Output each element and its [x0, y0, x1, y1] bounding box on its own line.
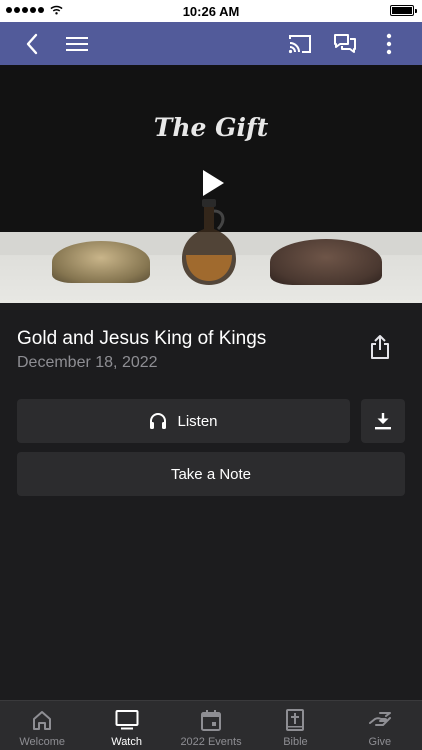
tab-watch[interactable]: Watch [84, 701, 168, 750]
download-button[interactable] [361, 399, 405, 443]
take-a-note-button[interactable]: Take a Note [17, 452, 405, 496]
status-bar: 10:26 AM [0, 0, 422, 22]
tab-welcome[interactable]: Welcome [0, 701, 84, 750]
back-icon [26, 33, 38, 54]
listen-button[interactable]: Listen [17, 399, 350, 443]
share-icon [371, 335, 389, 359]
listen-label: Listen [177, 412, 218, 430]
video-player[interactable]: The Gift [0, 65, 422, 303]
chat-icon [334, 33, 356, 53]
share-button[interactable] [366, 332, 394, 362]
calendar-icon [201, 710, 222, 731]
tab-welcome-label: Welcome [19, 736, 66, 748]
take-a-note-label: Take a Note [170, 465, 252, 483]
play-icon[interactable] [201, 169, 225, 197]
sermon-date: December 18, 2022 [17, 354, 158, 371]
sermon-title: Gold and Jesus King of Kings [17, 328, 267, 349]
myrrh-pile-image [270, 239, 382, 285]
battery-icon [390, 5, 417, 16]
more-vertical-icon [386, 33, 392, 54]
download-icon [375, 413, 391, 430]
cast-button[interactable] [282, 22, 318, 65]
home-icon [33, 711, 52, 730]
headphones-icon [150, 413, 167, 429]
back-button[interactable] [14, 22, 50, 65]
top-navigation-bar [0, 22, 422, 65]
give-icon [368, 712, 391, 726]
tab-2022-events[interactable]: 2022 Events [169, 701, 253, 750]
oil-jar-image [182, 199, 236, 285]
cast-icon [288, 34, 311, 53]
tab-watch-label: Watch [111, 736, 142, 748]
menu-button[interactable] [59, 22, 95, 65]
bible-icon [286, 709, 305, 731]
status-time: 10:26 AM [182, 4, 240, 19]
tv-icon [115, 710, 139, 730]
more-options-button[interactable] [371, 22, 407, 65]
video-title-card: The Gift [153, 113, 269, 142]
gold-pile-image [52, 241, 150, 283]
bottom-tab-bar: Welcome Watch 2022 Events Bible Give [0, 700, 422, 750]
menu-icon [66, 36, 88, 51]
tab-bible-label: Bible [283, 736, 308, 748]
chat-button[interactable] [327, 22, 363, 65]
tab-give-label: Give [368, 736, 392, 748]
tab-give[interactable]: Give [338, 701, 422, 750]
tab-2022-events-label: 2022 Events [180, 736, 242, 748]
tab-bible[interactable]: Bible [253, 701, 337, 750]
